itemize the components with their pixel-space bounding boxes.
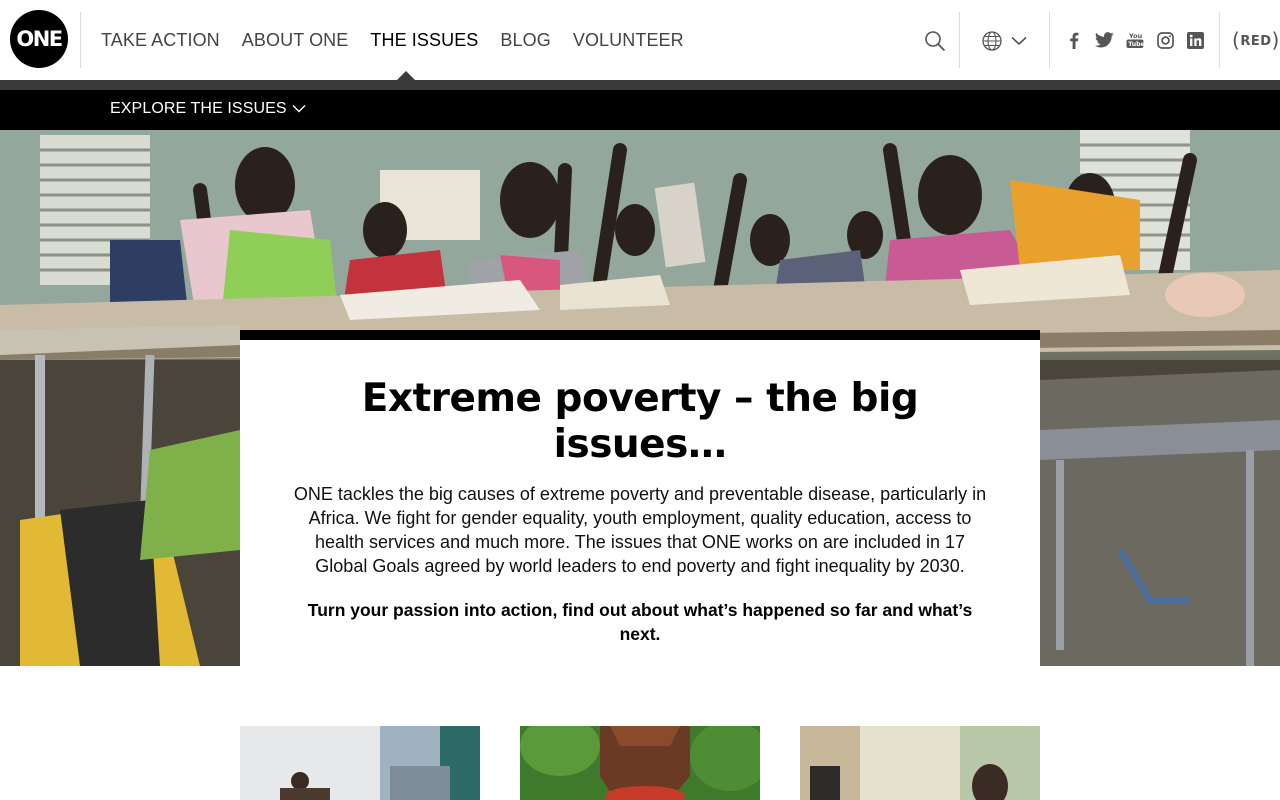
divider (80, 12, 81, 68)
sub-nav: EXPLORE THE ISSUES (0, 90, 1280, 130)
main-nav: TAKE ACTION ABOUT ONE THE ISSUES BLOG VO… (101, 0, 684, 80)
header-band (0, 80, 1280, 90)
search-icon[interactable] (922, 28, 948, 54)
linkedin-icon[interactable] (1185, 30, 1205, 50)
nav-the-issues[interactable]: THE ISSUES (370, 30, 478, 51)
facebook-icon[interactable] (1064, 30, 1084, 50)
hero-banner: Extreme poverty – the big issues… ONE ta… (0, 130, 1280, 666)
hero-card: Extreme poverty – the big issues… ONE ta… (240, 330, 1040, 666)
site-header: ONE TAKE ACTION ABOUT ONE THE ISSUES BLO… (0, 0, 1280, 80)
red-logo-text: RED (1240, 34, 1272, 49)
nav-about-one[interactable]: ABOUT ONE (242, 30, 349, 51)
svg-text:Tube: Tube (1128, 41, 1144, 48)
issue-card-thumbnail-3[interactable] (800, 726, 1040, 800)
chevron-down-icon (1011, 36, 1027, 46)
hero-title: Extreme poverty – the big issues… (361, 376, 919, 467)
nav-take-action[interactable]: TAKE ACTION (101, 30, 220, 51)
divider (959, 12, 960, 68)
chevron-down-icon (292, 100, 306, 118)
red-logo[interactable]: (RED) (1232, 26, 1280, 52)
youtube-icon[interactable]: You Tube (1124, 29, 1146, 51)
divider (1219, 12, 1220, 68)
issue-image-street (240, 726, 480, 800)
red-logo-paren-close: ) (1271, 28, 1280, 52)
active-nav-indicator (397, 71, 415, 80)
explore-issues-dropdown[interactable]: EXPLORE THE ISSUES (110, 100, 306, 118)
twitter-icon[interactable] (1093, 30, 1115, 50)
svg-text:You: You (1128, 32, 1143, 40)
nav-blog[interactable]: BLOG (500, 30, 550, 51)
red-logo-paren-open: ( (1232, 28, 1241, 52)
nav-volunteer[interactable]: VOLUNTEER (573, 30, 684, 51)
hero-cta-text: Turn your passion into action, find out … (307, 600, 973, 644)
issue-card-thumbnail-1[interactable] (240, 726, 480, 800)
issue-card-thumbnail-2[interactable] (520, 726, 760, 800)
explore-issues-label: EXPLORE THE ISSUES (110, 100, 287, 117)
issue-image-hands (520, 726, 760, 800)
one-logo[interactable]: ONE (10, 10, 68, 68)
globe-icon (981, 30, 1003, 52)
divider (1049, 12, 1050, 68)
issue-image-clinic (800, 726, 1040, 800)
language-selector[interactable] (980, 28, 1028, 54)
instagram-icon[interactable] (1155, 30, 1175, 50)
hero-body-text: ONE tackles the big causes of extreme po… (293, 484, 987, 576)
